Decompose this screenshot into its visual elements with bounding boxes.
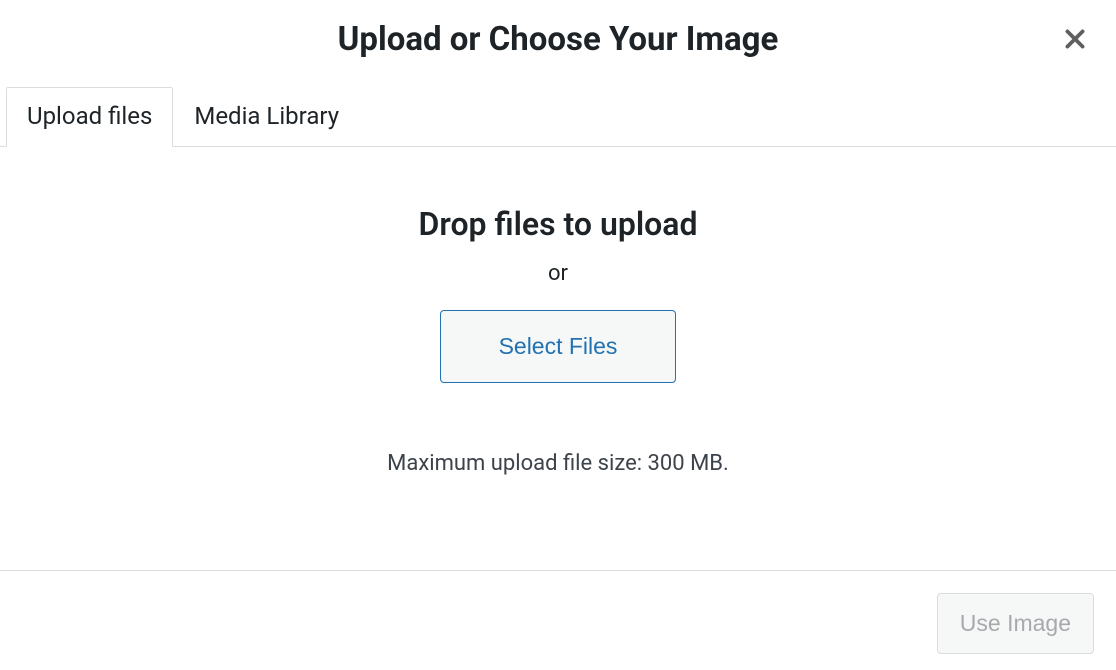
upload-area: Drop files to upload or Select Files Max… — [0, 147, 1116, 476]
select-files-button[interactable]: Select Files — [440, 310, 677, 383]
use-image-button[interactable]: Use Image — [937, 593, 1094, 654]
or-text: or — [548, 261, 568, 286]
close-button[interactable] — [1062, 26, 1088, 52]
tab-upload-files[interactable]: Upload files — [6, 87, 173, 147]
modal-title: Upload or Choose Your Image — [338, 20, 779, 59]
drop-files-heading: Drop files to upload — [419, 205, 698, 243]
max-upload-size-text: Maximum upload file size: 300 MB. — [387, 451, 729, 476]
modal-footer: Use Image — [0, 570, 1116, 670]
close-icon — [1062, 26, 1088, 52]
modal-header: Upload or Choose Your Image — [0, 0, 1116, 87]
tab-media-library[interactable]: Media Library — [173, 87, 360, 147]
tabs: Upload files Media Library — [0, 87, 1116, 147]
